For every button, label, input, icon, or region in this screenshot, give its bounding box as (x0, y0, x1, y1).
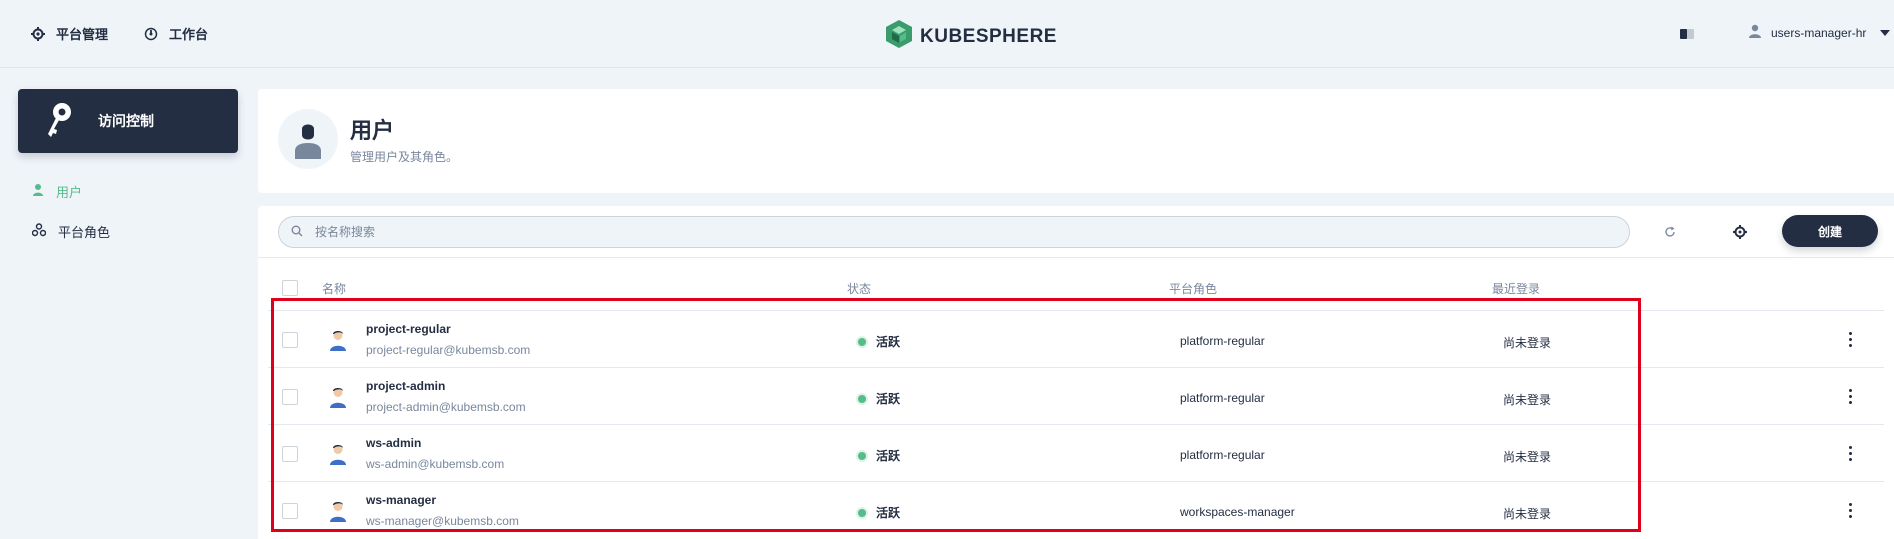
create-button[interactable]: 创建 (1782, 215, 1878, 247)
table-row[interactable]: project-admin project-admin@kubemsb.com … (268, 367, 1884, 424)
table-row[interactable]: ws-manager ws-manager@kubemsb.com 活跃 wor… (268, 481, 1884, 538)
user-name[interactable]: project-admin (366, 379, 445, 393)
user-avatar-icon (328, 386, 348, 408)
column-header-name[interactable]: 名称 (322, 280, 346, 297)
users-table-panel: 创建 名称 状态 平台角色 最近登录 project-regular proje… (258, 206, 1894, 539)
refresh-icon[interactable] (1660, 222, 1680, 242)
kubesphere-logo[interactable]: KUBESPHERE (886, 20, 1057, 53)
gear-icon (30, 26, 46, 42)
kubesphere-logo-icon (886, 20, 912, 53)
search-icon (291, 225, 303, 240)
user-icon (32, 183, 44, 200)
user-banner-icon (278, 109, 338, 169)
more-actions-icon[interactable] (1844, 500, 1856, 520)
row-checkbox[interactable] (282, 503, 298, 519)
platform-role: platform-regular (1180, 448, 1265, 462)
sidebar-item-platform-roles[interactable]: 平台角色 (31, 222, 111, 241)
row-checkbox[interactable] (282, 389, 298, 405)
last-login: 尚未登录 (1503, 393, 1552, 407)
status-dot (858, 337, 866, 346)
select-all-checkbox[interactable] (282, 280, 298, 296)
chevron-down-icon (1880, 29, 1891, 36)
user-email: ws-manager@kubemsb.com (366, 514, 519, 528)
column-header-status[interactable]: 状态 (847, 280, 871, 297)
table-toolbar: 创建 (258, 206, 1894, 258)
user-name: users-manager-hr (1771, 25, 1867, 40)
user-avatar-icon (328, 500, 348, 522)
key-icon (40, 101, 76, 141)
last-login: 尚未登录 (1503, 507, 1552, 521)
status-label: 活跃 (876, 449, 901, 463)
user-email: project-regular@kubemsb.com (366, 343, 531, 357)
status-dot (858, 394, 866, 403)
column-header-last-login[interactable]: 最近登录 (1492, 280, 1540, 297)
user-menu[interactable]: users-manager-hr (1749, 24, 1891, 41)
nav-workbench-label: 工作台 (169, 27, 209, 42)
page-subtitle: 管理用户及其角色。 (350, 150, 459, 164)
user-name[interactable]: ws-admin (366, 436, 421, 450)
page-title: 用户 (350, 118, 395, 143)
search-box[interactable] (278, 216, 1630, 248)
table-row[interactable]: ws-admin ws-admin@kubemsb.com 活跃 platfor… (268, 424, 1884, 481)
last-login: 尚未登录 (1503, 450, 1552, 464)
nav-platform-label: 平台管理 (56, 27, 109, 42)
status-badge: 活跃 (858, 447, 900, 464)
settings-gear-icon[interactable] (1730, 222, 1750, 242)
row-checkbox[interactable] (282, 332, 298, 348)
roles-icon (31, 223, 47, 240)
sidebar-item-users[interactable]: 用户 (32, 182, 82, 201)
row-checkbox[interactable] (282, 446, 298, 462)
platform-role: platform-regular (1180, 334, 1265, 348)
user-avatar-icon (328, 329, 348, 351)
table-header: 名称 状态 平台角色 最近登录 (258, 260, 1894, 316)
user-name[interactable]: project-regular (366, 322, 451, 336)
user-email: project-admin@kubemsb.com (366, 400, 526, 414)
more-actions-icon[interactable] (1844, 386, 1856, 406)
docs-icon[interactable] (1680, 27, 1694, 45)
dashboard-icon (143, 26, 159, 42)
user-avatar-icon (328, 443, 348, 465)
more-actions-icon[interactable] (1844, 443, 1856, 463)
platform-role: platform-regular (1180, 391, 1265, 405)
status-label: 活跃 (876, 392, 901, 406)
user-avatar-icon (1749, 24, 1761, 41)
status-badge: 活跃 (858, 390, 900, 407)
page-banner: 用户 管理用户及其角色。 (258, 89, 1894, 193)
access-control-card: 访问控制 (18, 89, 238, 153)
sidebar-item-roles-label: 平台角色 (58, 225, 111, 240)
status-dot (858, 451, 866, 460)
status-badge: 活跃 (858, 333, 900, 350)
more-actions-icon[interactable] (1844, 329, 1856, 349)
top-bar: 平台管理 工作台 KUBESPHERE users-manager-hr (0, 0, 1894, 68)
search-input[interactable] (315, 225, 1595, 239)
table-row[interactable]: project-regular project-regular@kubemsb.… (268, 310, 1884, 367)
sidebar-item-users-label: 用户 (56, 185, 83, 200)
platform-role: workspaces-manager (1180, 505, 1295, 519)
column-header-platform-role[interactable]: 平台角色 (1169, 280, 1217, 297)
user-email: ws-admin@kubemsb.com (366, 457, 505, 471)
status-label: 活跃 (876, 506, 901, 520)
status-dot (858, 508, 866, 517)
nav-platform-management[interactable]: 平台管理 (30, 24, 108, 43)
nav-workbench[interactable]: 工作台 (143, 24, 208, 43)
status-badge: 活跃 (858, 504, 900, 521)
logo-text: KUBESPHERE (920, 25, 1057, 47)
last-login: 尚未登录 (1503, 336, 1552, 350)
access-control-title: 访问控制 (98, 113, 154, 129)
status-label: 活跃 (876, 335, 901, 349)
user-name[interactable]: ws-manager (366, 493, 436, 507)
